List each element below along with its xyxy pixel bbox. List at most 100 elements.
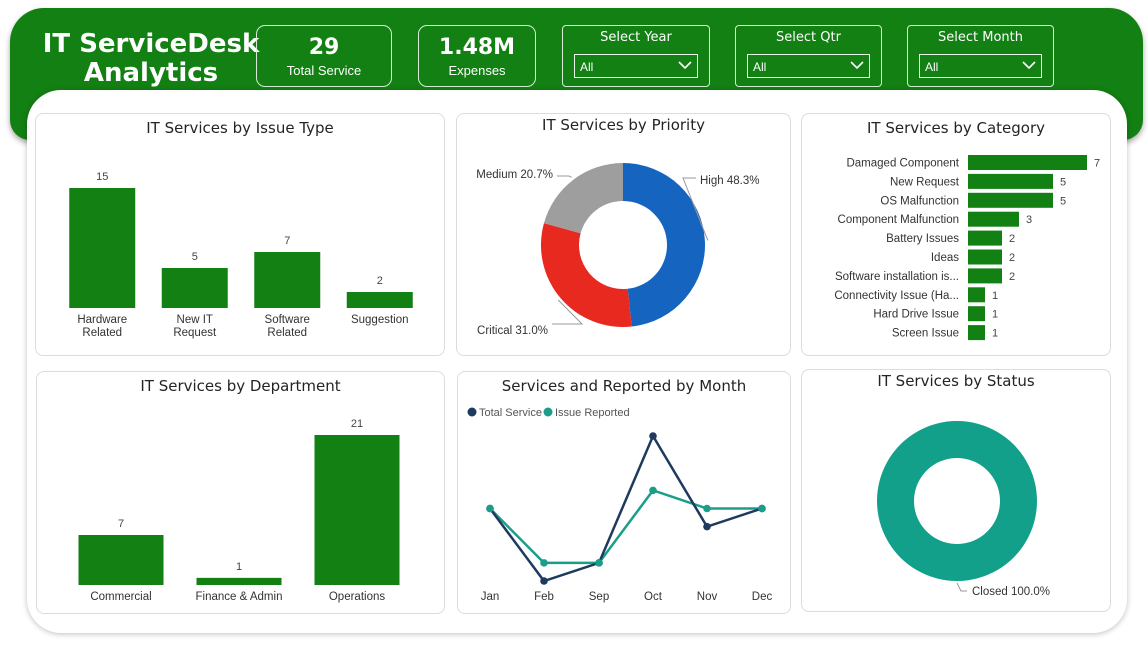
data-label: 1: [992, 309, 998, 321]
data-point: [649, 432, 657, 440]
x-tick-label: Dec: [752, 591, 773, 603]
kpi-label: Total Service: [286, 63, 362, 78]
x-tick-label: Jan: [481, 591, 500, 603]
priority-slice: [543, 163, 623, 234]
slicer-quarter: Select Qtr All: [735, 25, 882, 87]
category-tick-label: Ideas: [931, 252, 959, 264]
legend-label: Total Service: [479, 407, 542, 419]
data-label: 5: [1060, 195, 1066, 207]
priority-slice: [541, 223, 632, 327]
category-tick-label: Related: [82, 327, 122, 339]
data-label: 2: [1009, 252, 1015, 264]
category-tick-label: Connectivity Issue (Ha...: [834, 290, 959, 302]
category-tick-label: Hard Drive Issue: [873, 309, 959, 321]
category-tick-label: Screen Issue: [892, 328, 959, 340]
data-point: [540, 577, 548, 585]
department-chart: 7 Commercial 1 Finance & Admin 21 Operations: [78, 418, 400, 603]
data-point: [486, 504, 494, 513]
bar: [69, 188, 136, 308]
data-label: 2: [1009, 271, 1015, 283]
chevron-down-icon: [678, 61, 692, 70]
data-point: [540, 559, 548, 567]
app-title: IT ServiceDesk Analytics: [40, 30, 262, 88]
category-tick-label: Component Malfunction: [838, 214, 959, 226]
slice-label: Critical 31.0%: [477, 325, 548, 337]
status-chart: Closed 100.0%: [876, 421, 1050, 598]
year-dropdown[interactable]: All: [574, 54, 698, 78]
data-label: 5: [192, 251, 198, 263]
app-title-line1: IT ServiceDesk: [42, 29, 260, 59]
slice-leader-line: [956, 582, 967, 592]
legend-marker: [543, 407, 553, 417]
data-label: 3: [1026, 214, 1032, 226]
category-tick-label: Finance & Admin: [196, 591, 283, 603]
priority-slice: [623, 163, 706, 327]
bar: [968, 230, 1002, 246]
card-issue-type[interactable]: IT Services by Issue Type 15 Hardware Rela…: [35, 113, 445, 356]
card-priority[interactable]: IT Services by Priority High 48.3% Critic…: [456, 113, 791, 356]
bar: [254, 252, 321, 308]
bar: [968, 249, 1002, 265]
card-status[interactable]: IT Services by Status Closed 100.0%: [801, 369, 1111, 612]
data-label: 1: [992, 328, 998, 340]
data-label: 7: [118, 518, 124, 530]
category-tick-label: Commercial: [90, 591, 151, 603]
bar: [968, 268, 1002, 284]
x-tick-label: Oct: [644, 591, 663, 603]
card-month[interactable]: Services and Reported by Month Total Ser…: [457, 371, 791, 614]
data-point: [703, 522, 711, 531]
bar: [968, 306, 985, 322]
kpi-card-expenses: 1.48M Expenses: [418, 25, 536, 87]
kpi-label: Expenses: [448, 63, 506, 78]
status-slice: [876, 421, 1037, 581]
data-label: 1: [992, 290, 998, 302]
priority-chart: High 48.3% Critical 31.0% Medium 20.7%: [476, 163, 759, 337]
data-label: 2: [377, 275, 383, 287]
category-tick-label: Software installation is...: [835, 271, 959, 283]
bar: [968, 173, 1053, 189]
data-point: [595, 559, 603, 567]
card-category[interactable]: IT Services by Category Damaged Componen…: [801, 113, 1111, 356]
bar: [78, 535, 164, 585]
dropdown-value: All: [580, 60, 594, 74]
kpi-value: 29: [308, 35, 340, 60]
slice-label: Closed 100.0%: [972, 586, 1050, 598]
slice-leader-line: [557, 175, 572, 178]
category-tick-label: OS Malfunction: [880, 195, 959, 207]
bar: [968, 287, 985, 303]
data-label: 5: [1060, 176, 1066, 188]
data-label: 2: [1009, 233, 1015, 245]
category-chart: Damaged Component 7 New Request 5 OS Malfunc…: [834, 155, 1100, 341]
x-tick-label: Sep: [589, 591, 609, 603]
quarter-dropdown[interactable]: All: [747, 54, 870, 78]
card-department[interactable]: IT Services by Department 7 Commercial 1 Fi…: [36, 371, 445, 614]
bar: [968, 155, 1087, 170]
month-dropdown[interactable]: All: [919, 54, 1042, 78]
data-label: 15: [96, 171, 108, 183]
issue-type-chart: 15HardwareRelated5New ITRequest7Software…: [69, 171, 413, 339]
bar: [968, 192, 1053, 208]
category-tick-label: New IT: [177, 314, 213, 326]
category-tick-label: Battery Issues: [886, 233, 959, 245]
bar: [968, 325, 985, 341]
category-tick-label: Operations: [329, 591, 386, 603]
x-tick-label: Nov: [697, 591, 718, 603]
slicer-year: Select Year All: [562, 25, 710, 87]
slice-label: Medium 20.7%: [476, 169, 553, 181]
category-tick-label: Request: [173, 327, 217, 339]
slicer-title: Select Month: [938, 30, 1023, 45]
category-tick-label: Suggestion: [351, 314, 409, 326]
data-label: 21: [351, 418, 363, 430]
data-point: [703, 504, 711, 513]
data-point: [758, 504, 766, 513]
chevron-down-icon: [1022, 61, 1036, 70]
bar: [968, 211, 1019, 227]
data-point: [649, 486, 657, 495]
x-tick-label: Feb: [534, 591, 554, 603]
bar: [314, 435, 400, 585]
data-label: 7: [1094, 158, 1100, 170]
data-label: 7: [284, 235, 290, 247]
category-tick-label: Related: [267, 327, 307, 339]
kpi-card-total-service: 29 Total Service: [256, 25, 392, 87]
category-tick-label: New Request: [890, 176, 960, 188]
